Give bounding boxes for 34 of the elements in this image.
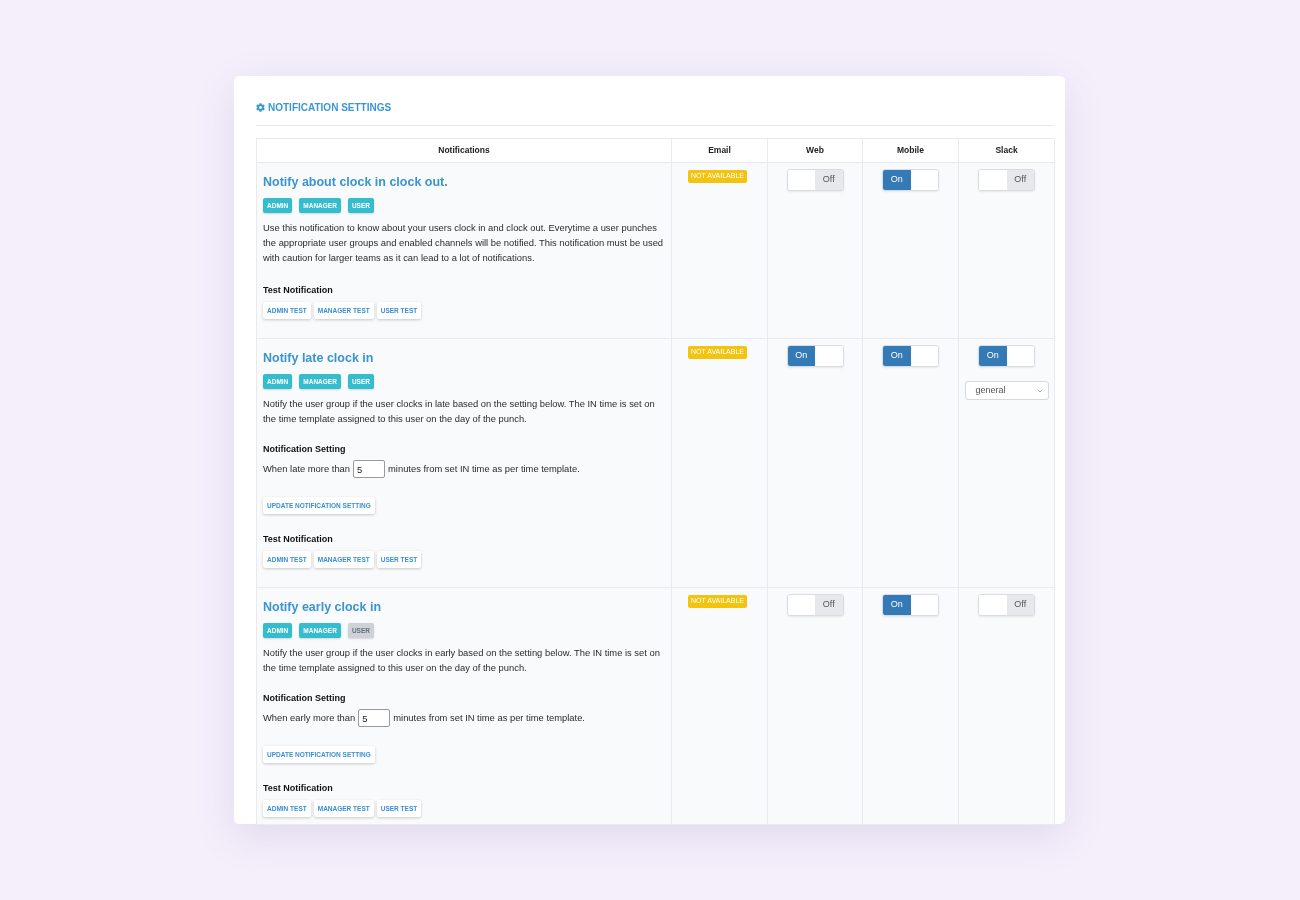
setting-text: When early more than <box>263 710 356 725</box>
setting-text: minutes from set IN time as per time template. <box>393 710 585 725</box>
column-header: Slack <box>995 144 1018 157</box>
notification-title: Notify early clock in <box>263 599 382 615</box>
page-title: NOTIFICATION SETTINGS <box>268 100 392 115</box>
section-heading: Notification Setting <box>263 443 346 456</box>
column-header: Web <box>806 144 824 157</box>
notification-title: Notify late clock in <box>263 350 374 366</box>
notification-title: Notify about clock in clock out. <box>263 174 448 190</box>
toggle-switch[interactable]: Off <box>786 594 844 616</box>
section-heading: Notification Setting <box>263 692 346 705</box>
notification-description: Notify the user group if the user clocks in late based on the setting below. The IN time is set on the time template assigned to this user on the day of the punch. <box>263 397 656 426</box>
toggle-switch[interactable]: On <box>882 345 939 367</box>
minutes-input[interactable]: 5 <box>358 709 391 727</box>
setting-text: When late more than <box>263 461 351 476</box>
section-heading: Test Notification <box>263 533 333 546</box>
column-header: Mobile <box>897 144 924 157</box>
toggle-switch[interactable]: On <box>882 594 939 616</box>
channel-select[interactable]: general <box>964 381 1049 400</box>
toggle-switch[interactable]: On <box>882 169 939 191</box>
minutes-input[interactable]: 5 <box>353 460 386 478</box>
toggle-switch[interactable]: Off <box>978 594 1035 616</box>
column-header: Email <box>708 144 731 157</box>
toggle-switch[interactable]: Off <box>786 169 844 191</box>
toggle-switch[interactable]: Off <box>978 169 1035 191</box>
section-heading: Test Notification <box>263 284 333 297</box>
setting-text: minutes from set IN time as per time template. <box>388 461 580 476</box>
column-header: Notifications <box>438 144 490 157</box>
toggle-switch[interactable]: On <box>978 345 1035 367</box>
toggle-switch[interactable]: On <box>786 345 844 367</box>
notification-description: Use this notification to know about your users clock in and clock out. Everytime a user punches the appropriate user groups and enabled channels will be notified. This notification must be used with caution for larger teams as it can lead to a lot of notifications. <box>263 221 665 265</box>
notification-description: Notify the user group if the user clocks in early based on the setting below. The IN time is set on the time template assigned to this user on the day of the punch. <box>263 646 661 675</box>
gear-icon <box>256 102 265 112</box>
section-heading: Test Notification <box>263 782 333 795</box>
